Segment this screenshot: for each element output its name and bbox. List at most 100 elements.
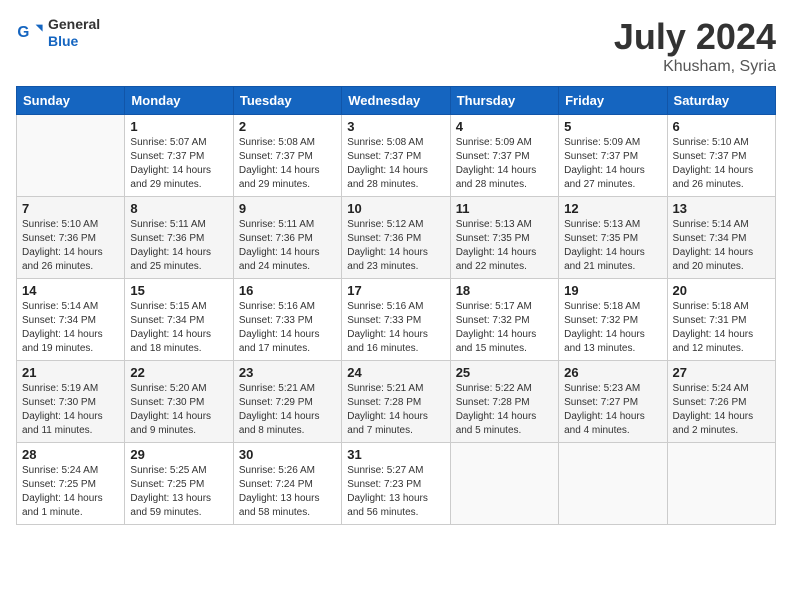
- day-number: 16: [239, 283, 336, 298]
- day-number: 11: [456, 201, 553, 216]
- calendar-title: July 2024: [614, 16, 776, 58]
- logo-icon: G: [16, 19, 44, 47]
- day-info: Sunrise: 5:10 AM Sunset: 7:37 PM Dayligh…: [673, 136, 770, 192]
- calendar-cell: 7 Sunrise: 5:10 AM Sunset: 7:36 PM Daylig…: [17, 197, 125, 279]
- calendar-cell: [667, 443, 775, 525]
- day-info: Sunrise: 5:19 AM Sunset: 7:30 PM Dayligh…: [22, 382, 119, 438]
- weekday-header-tuesday: Tuesday: [233, 87, 341, 115]
- logo-blue-text: Blue: [48, 33, 100, 50]
- day-number: 27: [673, 365, 770, 380]
- day-info: Sunrise: 5:11 AM Sunset: 7:36 PM Dayligh…: [130, 218, 227, 274]
- day-info: Sunrise: 5:17 AM Sunset: 7:32 PM Dayligh…: [456, 300, 553, 356]
- weekday-header-thursday: Thursday: [450, 87, 558, 115]
- day-number: 17: [347, 283, 444, 298]
- day-info: Sunrise: 5:24 AM Sunset: 7:26 PM Dayligh…: [673, 382, 770, 438]
- day-number: 4: [456, 119, 553, 134]
- calendar-cell: 17 Sunrise: 5:16 AM Sunset: 7:33 PM Dayli…: [342, 279, 450, 361]
- day-number: 15: [130, 283, 227, 298]
- calendar-cell: 11 Sunrise: 5:13 AM Sunset: 7:35 PM Dayli…: [450, 197, 558, 279]
- calendar-cell: 24Sunrise: 5:21 AM Sunset: 7:28 PM Dayli…: [342, 361, 450, 443]
- calendar-cell: 21 Sunrise: 5:19 AM Sunset: 7:30 PM Dayli…: [17, 361, 125, 443]
- day-info: Sunrise: 5:09 AM Sunset: 7:37 PM Dayligh…: [456, 136, 553, 192]
- day-number: 28: [22, 447, 119, 462]
- day-number: 2: [239, 119, 336, 134]
- day-info: Sunrise: 5:13 AM Sunset: 7:35 PM Dayligh…: [564, 218, 661, 274]
- calendar-week-row: 1 Sunrise: 5:07 AM Sunset: 7:37 PM Daylig…: [17, 115, 776, 197]
- day-info: Sunrise: 5:18 AM Sunset: 7:31 PM Dayligh…: [673, 300, 770, 356]
- calendar-cell: 14Sunrise: 5:14 AM Sunset: 7:34 PM Dayli…: [17, 279, 125, 361]
- day-info: Sunrise: 5:08 AM Sunset: 7:37 PM Dayligh…: [347, 136, 444, 192]
- day-info: Sunrise: 5:20 AM Sunset: 7:30 PM Dayligh…: [130, 382, 227, 438]
- calendar-cell: 28 Sunrise: 5:24 AM Sunset: 7:25 PM Dayli…: [17, 443, 125, 525]
- day-number: 20: [673, 283, 770, 298]
- calendar-cell: 22 Sunrise: 5:20 AM Sunset: 7:30 PM Dayli…: [125, 361, 233, 443]
- logo-general-text: General: [48, 16, 100, 33]
- logo: G General Blue: [16, 16, 100, 50]
- calendar-cell: [559, 443, 667, 525]
- day-number: 6: [673, 119, 770, 134]
- page-header: G General Blue July 2024 Khusham, Syria: [16, 16, 776, 76]
- calendar-cell: 27 Sunrise: 5:24 AM Sunset: 7:26 PM Dayli…: [667, 361, 775, 443]
- day-info: Sunrise: 5:08 AM Sunset: 7:37 PM Dayligh…: [239, 136, 336, 192]
- day-info: Sunrise: 5:25 AM Sunset: 7:25 PM Dayligh…: [130, 464, 227, 520]
- calendar-week-row: 21 Sunrise: 5:19 AM Sunset: 7:30 PM Dayli…: [17, 361, 776, 443]
- calendar-cell: 3 Sunrise: 5:08 AM Sunset: 7:37 PM Daylig…: [342, 115, 450, 197]
- day-info: Sunrise: 5:22 AM Sunset: 7:28 PM Dayligh…: [456, 382, 553, 438]
- weekday-header-friday: Friday: [559, 87, 667, 115]
- calendar-cell: 4 Sunrise: 5:09 AM Sunset: 7:37 PM Daylig…: [450, 115, 558, 197]
- day-info: Sunrise: 5:26 AM Sunset: 7:24 PM Dayligh…: [239, 464, 336, 520]
- calendar-cell: 26Sunrise: 5:23 AM Sunset: 7:27 PM Dayli…: [559, 361, 667, 443]
- day-number: 29: [130, 447, 227, 462]
- calendar-cell: 9 Sunrise: 5:11 AM Sunset: 7:36 PM Daylig…: [233, 197, 341, 279]
- weekday-header-row: SundayMondayTuesdayWednesdayThursdayFrid…: [17, 87, 776, 115]
- calendar-cell: 23Sunrise: 5:21 AM Sunset: 7:29 PM Dayli…: [233, 361, 341, 443]
- day-number: 24: [347, 365, 444, 380]
- calendar-cell: [450, 443, 558, 525]
- calendar-cell: 6 Sunrise: 5:10 AM Sunset: 7:37 PM Daylig…: [667, 115, 775, 197]
- day-info: Sunrise: 5:11 AM Sunset: 7:36 PM Dayligh…: [239, 218, 336, 274]
- day-number: 9: [239, 201, 336, 216]
- calendar-cell: 8 Sunrise: 5:11 AM Sunset: 7:36 PM Daylig…: [125, 197, 233, 279]
- calendar-cell: 12 Sunrise: 5:13 AM Sunset: 7:35 PM Dayli…: [559, 197, 667, 279]
- day-number: 25: [456, 365, 553, 380]
- day-number: 22: [130, 365, 227, 380]
- svg-text:G: G: [17, 24, 29, 41]
- calendar-cell: 19 Sunrise: 5:18 AM Sunset: 7:32 PM Dayli…: [559, 279, 667, 361]
- day-number: 30: [239, 447, 336, 462]
- calendar-location: Khusham, Syria: [614, 58, 776, 76]
- day-info: Sunrise: 5:16 AM Sunset: 7:33 PM Dayligh…: [239, 300, 336, 356]
- calendar-cell: 30 Sunrise: 5:26 AM Sunset: 7:24 PM Dayli…: [233, 443, 341, 525]
- calendar-cell: 18Sunrise: 5:17 AM Sunset: 7:32 PM Dayli…: [450, 279, 558, 361]
- day-info: Sunrise: 5:18 AM Sunset: 7:32 PM Dayligh…: [564, 300, 661, 356]
- day-info: Sunrise: 5:14 AM Sunset: 7:34 PM Dayligh…: [673, 218, 770, 274]
- calendar-cell: 1 Sunrise: 5:07 AM Sunset: 7:37 PM Daylig…: [125, 115, 233, 197]
- calendar-cell: 5Sunrise: 5:09 AM Sunset: 7:37 PM Daylig…: [559, 115, 667, 197]
- day-info: Sunrise: 5:10 AM Sunset: 7:36 PM Dayligh…: [22, 218, 119, 274]
- day-info: Sunrise: 5:13 AM Sunset: 7:35 PM Dayligh…: [456, 218, 553, 274]
- day-number: 8: [130, 201, 227, 216]
- day-number: 7: [22, 201, 119, 216]
- day-number: 3: [347, 119, 444, 134]
- calendar-cell: 16 Sunrise: 5:16 AM Sunset: 7:33 PM Dayli…: [233, 279, 341, 361]
- day-number: 5: [564, 119, 661, 134]
- day-number: 21: [22, 365, 119, 380]
- day-number: 12: [564, 201, 661, 216]
- calendar-table: SundayMondayTuesdayWednesdayThursdayFrid…: [16, 86, 776, 525]
- day-info: Sunrise: 5:21 AM Sunset: 7:29 PM Dayligh…: [239, 382, 336, 438]
- day-number: 13: [673, 201, 770, 216]
- day-number: 1: [130, 119, 227, 134]
- day-info: Sunrise: 5:24 AM Sunset: 7:25 PM Dayligh…: [22, 464, 119, 520]
- calendar-week-row: 14Sunrise: 5:14 AM Sunset: 7:34 PM Dayli…: [17, 279, 776, 361]
- weekday-header-wednesday: Wednesday: [342, 87, 450, 115]
- calendar-week-row: 7 Sunrise: 5:10 AM Sunset: 7:36 PM Daylig…: [17, 197, 776, 279]
- day-number: 19: [564, 283, 661, 298]
- day-number: 10: [347, 201, 444, 216]
- calendar-cell: [17, 115, 125, 197]
- calendar-week-row: 28 Sunrise: 5:24 AM Sunset: 7:25 PM Dayli…: [17, 443, 776, 525]
- day-info: Sunrise: 5:16 AM Sunset: 7:33 PM Dayligh…: [347, 300, 444, 356]
- calendar-cell: 25 Sunrise: 5:22 AM Sunset: 7:28 PM Dayli…: [450, 361, 558, 443]
- title-block: July 2024 Khusham, Syria: [614, 16, 776, 76]
- day-info: Sunrise: 5:27 AM Sunset: 7:23 PM Dayligh…: [347, 464, 444, 520]
- calendar-cell: 31Sunrise: 5:27 AM Sunset: 7:23 PM Dayli…: [342, 443, 450, 525]
- day-info: Sunrise: 5:07 AM Sunset: 7:37 PM Dayligh…: [130, 136, 227, 192]
